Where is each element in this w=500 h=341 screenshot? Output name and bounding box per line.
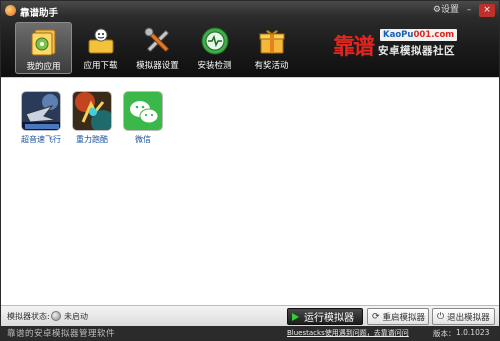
brand-url-main: KaoPu	[383, 30, 414, 40]
version-label: 版本：	[433, 329, 456, 338]
my-apps-icon	[31, 29, 55, 56]
nav-label-install-check: 安装检测	[197, 61, 232, 71]
app-logo-icon	[5, 5, 16, 16]
help-link[interactable]: Bluestacks使用遇到问题，去靠谱问问	[287, 328, 409, 338]
restart-icon: ⟳	[372, 311, 380, 322]
nav-item-prize-activity[interactable]: 有奖活动	[243, 22, 300, 74]
settings-button[interactable]: ⚙设置	[433, 4, 459, 17]
play-icon	[292, 312, 299, 321]
version-number: 1.0.1023	[456, 328, 490, 337]
brand-name: 靠谱	[333, 34, 375, 60]
power-icon: ⏻	[437, 311, 445, 322]
nav-item-emulator-settings[interactable]: 模拟器设置	[129, 22, 186, 74]
nav-item-my-apps[interactable]: 我的应用	[15, 22, 72, 74]
footer-tagline: 靠谱的安卓模拟器管理软件	[7, 329, 116, 339]
minimize-button[interactable]: –	[463, 4, 475, 17]
app-tile[interactable]: 微信	[119, 91, 167, 145]
main-nav: 我的应用 应用下载 模拟器设置 安装检测 有奖活动	[15, 22, 300, 74]
brand-url-accent: 001.com	[413, 30, 455, 40]
status-indicator-icon	[51, 311, 61, 321]
settings-label: 设置	[440, 5, 459, 15]
status-value: 未启动	[64, 312, 88, 321]
prize-activity-icon	[259, 30, 284, 54]
close-button[interactable]: ×	[479, 4, 495, 17]
brand-logo: 靠谱 KaoPu001.com 安卓模拟器社区	[333, 23, 493, 65]
app-title: 靠谱助手	[20, 8, 59, 19]
install-check-icon	[201, 27, 228, 55]
top-bar: 靠谱助手 ⚙设置 – × 我的应用 应用下载 模拟器设置 安装检测 有奖活动 靠…	[1, 1, 499, 77]
footer-bar: 靠谱的安卓模拟器管理软件 Bluestacks使用遇到问题，去靠谱问问 版本： …	[1, 326, 499, 340]
restart-emulator-button[interactable]: ⟳ 重启模拟器	[367, 308, 429, 325]
exit-emulator-button[interactable]: ⏻ 退出模拟器	[432, 308, 495, 325]
gravity-parkour-app-icon	[72, 91, 112, 131]
title-bar: 靠谱助手 ⚙设置 – ×	[1, 1, 499, 21]
nav-label-app-download: 应用下载	[83, 61, 118, 71]
app-download-icon	[88, 28, 113, 54]
supersonic-flight-app-icon	[21, 91, 61, 131]
nav-label-my-apps: 我的应用	[26, 62, 61, 72]
run-emulator-button[interactable]: 运行模拟器	[287, 308, 363, 325]
app-grid: 超音速飞行 重力跑酷 微信	[1, 77, 499, 305]
app-name: 超音速飞行	[21, 135, 61, 144]
status-label: 模拟器状态:	[7, 312, 50, 321]
restart-emulator-label: 重启模拟器	[382, 312, 426, 323]
app-window: 靠谱助手 ⚙设置 – × 我的应用 应用下载 模拟器设置 安装检测 有奖活动 靠…	[0, 0, 500, 341]
run-emulator-label: 运行模拟器	[304, 313, 354, 324]
app-tile[interactable]: 超音速飞行	[17, 91, 65, 145]
nav-label-prize-activity: 有奖活动	[254, 61, 289, 71]
app-tile[interactable]: 重力跑酷	[68, 91, 116, 145]
gear-icon: ⚙	[432, 5, 441, 15]
window-controls: ⚙设置 – ×	[433, 4, 495, 17]
status-bar: 模拟器状态: 未启动 运行模拟器 ⟳ 重启模拟器 ⏻ 退出模拟器	[1, 305, 499, 326]
brand-url: KaoPu001.com	[380, 29, 458, 41]
nav-item-app-download[interactable]: 应用下载	[72, 22, 129, 74]
wechat-app-icon	[123, 91, 163, 131]
exit-emulator-label: 退出模拟器	[447, 312, 490, 323]
nav-label-emulator-settings: 模拟器设置	[136, 61, 179, 71]
nav-item-install-check[interactable]: 安装检测	[186, 22, 243, 74]
emulator-settings-icon	[144, 27, 169, 52]
brand-subtitle: 安卓模拟器社区	[378, 45, 455, 57]
app-name: 微信	[135, 135, 151, 144]
app-name: 重力跑酷	[76, 135, 108, 144]
